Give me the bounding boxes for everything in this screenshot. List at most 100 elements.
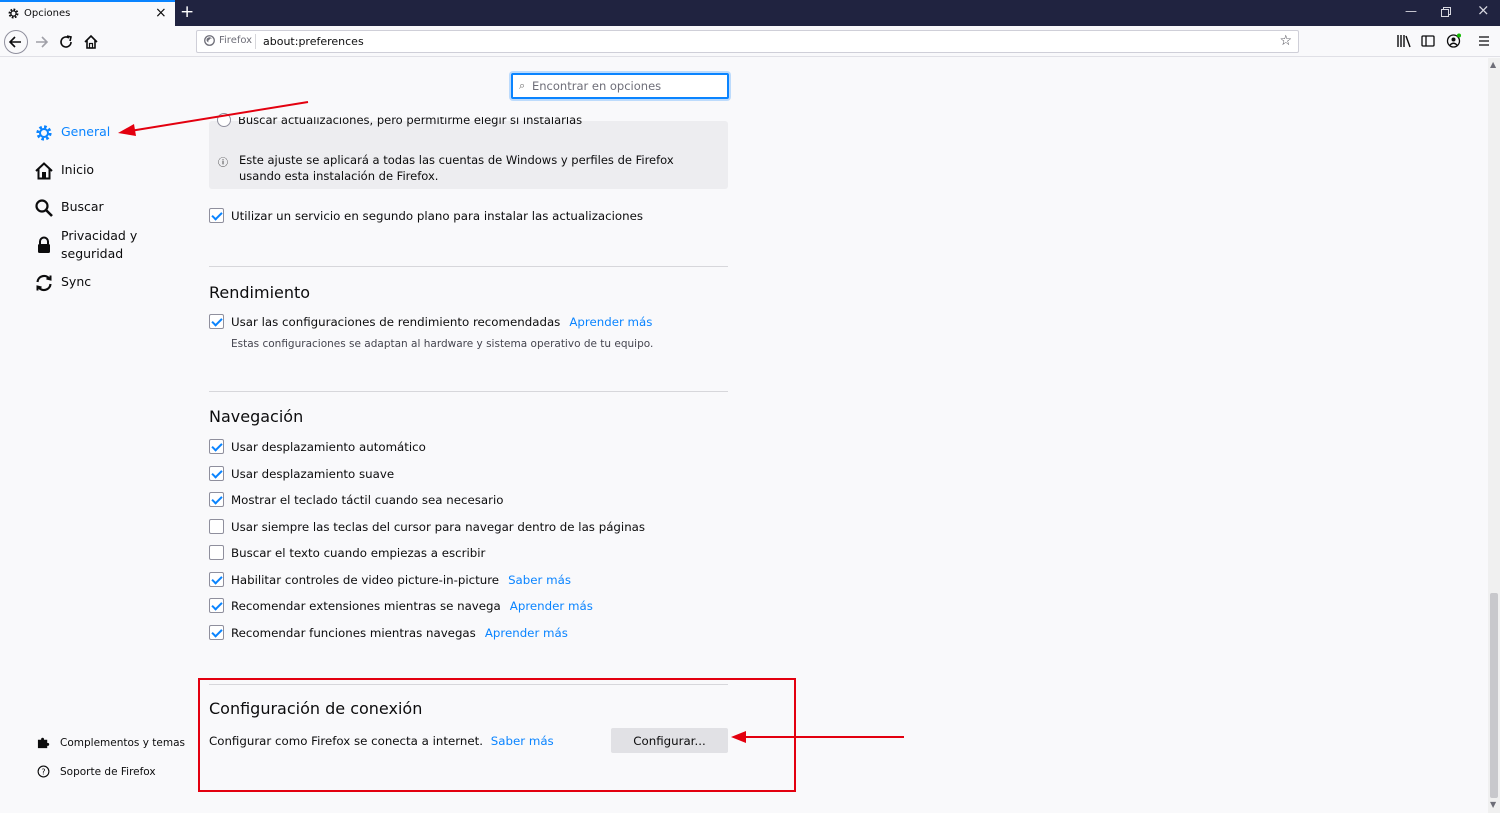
url-bar[interactable]: Firefox about:preferences ☆ (196, 30, 1299, 53)
scroll-down-icon[interactable]: ▼ (1490, 800, 1496, 809)
performance-recommended-label: Usar las configuraciones de rendimiento … (231, 314, 561, 329)
nav-picture-in-picture-label: Habilitar controles de video picture-in-… (231, 572, 500, 587)
performance-section-title: Rendimiento (209, 283, 311, 302)
url-separator (255, 34, 256, 49)
nav-find-as-you-type-label: Buscar el texto cuando empiezas a escrib… (231, 545, 486, 560)
svg-text:?: ? (41, 767, 45, 776)
scrollbar[interactable]: ▲ ▼ (1488, 58, 1500, 813)
identity-label: Firefox (219, 35, 253, 46)
restore-icon[interactable] (1441, 7, 1451, 17)
nav-touch-keyboard-checkbox[interactable] (209, 492, 224, 507)
sidebar-item-privacidad[interactable]: Privacidad y seguridad (34, 227, 137, 263)
nav-autoscroll-row[interactable]: Usar desplazamiento automático (209, 439, 426, 454)
library-icon[interactable] (1396, 34, 1412, 48)
background-service-label: Utilizar un servicio en segundo plano pa… (231, 208, 643, 223)
addons-themes-link[interactable]: Complementos y temas (37, 736, 185, 749)
minimize-icon[interactable]: — (1405, 4, 1417, 18)
sidebar-item-label: Inicio (61, 162, 95, 177)
extensions-learn-more-link[interactable]: Aprender más (510, 599, 593, 613)
url-text[interactable]: about:preferences (263, 35, 364, 48)
puzzle-icon (37, 737, 50, 749)
nav-smooth-scroll-row[interactable]: Usar desplazamiento suave (209, 466, 394, 481)
pip-learn-more-link[interactable]: Saber más (508, 573, 571, 587)
sidebar-item-sync[interactable]: Sync (34, 273, 91, 293)
nav-caret-browsing-checkbox[interactable] (209, 519, 224, 534)
features-learn-more-link[interactable]: Aprender más (485, 626, 568, 640)
firefox-support-link[interactable]: ? Soporte de Firefox (37, 765, 156, 778)
menu-icon[interactable] (1478, 35, 1490, 47)
gear-icon (36, 125, 52, 141)
nav-smooth-scroll-checkbox[interactable] (209, 466, 224, 481)
nav-recommend-extensions-checkbox[interactable] (209, 598, 224, 613)
performance-recommended-checkbox[interactable] (209, 314, 224, 329)
performance-recommended-row[interactable]: Usar las configuraciones de rendimiento … (209, 314, 652, 329)
sidebar-item-label: Privacidad y seguridad (61, 227, 137, 263)
divider (209, 266, 728, 267)
nav-recommend-features-row[interactable]: Recomendar funciones mientras navegas Ap… (209, 625, 568, 640)
identity-box[interactable]: Firefox (204, 35, 252, 46)
nav-picture-in-picture-row[interactable]: Habilitar controles de video picture-in-… (209, 572, 571, 587)
search-icon (35, 199, 53, 217)
reload-icon[interactable] (56, 32, 76, 52)
sidebar-item-buscar[interactable]: Buscar (34, 198, 104, 218)
nav-autoscroll-checkbox[interactable] (209, 439, 224, 454)
search-input[interactable] (532, 77, 722, 95)
sidebar-item-label-line2: seguridad (61, 246, 124, 261)
sync-icon (36, 274, 52, 292)
performance-description: Estas configuraciones se adaptan al hard… (231, 338, 654, 350)
nav-caret-browsing-row[interactable]: Usar siempre las teclas del cursor para … (209, 519, 645, 534)
nav-smooth-scroll-label: Usar desplazamiento suave (231, 466, 395, 481)
nav-toolbar: Firefox about:preferences ☆ (0, 26, 1500, 57)
sidebar-item-label: Buscar (61, 199, 104, 214)
sidebar-item-inicio[interactable]: Inicio (34, 161, 94, 181)
addons-themes-label: Complementos y temas (60, 736, 185, 749)
forward-icon[interactable] (31, 32, 51, 52)
update-options-panel: Buscar actualizaciones, pero permitirme … (209, 113, 728, 189)
nav-caret-browsing-label: Usar siempre las teclas del cursor para … (231, 519, 646, 534)
nav-touch-keyboard-row[interactable]: Mostrar el teclado táctil cuando sea nec… (209, 492, 503, 507)
update-check-only-radio[interactable] (217, 113, 231, 127)
nav-recommend-extensions-row[interactable]: Recomendar extensiones mientras se naveg… (209, 598, 593, 613)
lock-icon (38, 236, 50, 253)
tab-title: Opciones (24, 8, 71, 19)
back-arrow-icon (8, 36, 21, 48)
info-icon: ⓘ (218, 158, 228, 169)
help-icon: ? (37, 765, 50, 778)
nav-recommend-features-label: Recomendar funciones mientras navegas (231, 625, 476, 640)
sidebar-item-label: Sync (61, 274, 92, 289)
nav-find-as-you-type-checkbox[interactable] (209, 545, 224, 560)
home-icon (35, 162, 53, 180)
sidebar-icon[interactable] (1421, 34, 1435, 48)
firefox-support-label: Soporte de Firefox (60, 765, 156, 778)
divider (209, 391, 728, 392)
home-button-icon[interactable] (81, 32, 101, 52)
nav-recommend-features-checkbox[interactable] (209, 625, 224, 640)
scroll-thumb[interactable] (1490, 593, 1498, 798)
tab-options[interactable]: Opciones × (0, 0, 175, 26)
background-service-checkbox-row[interactable]: Utilizar un servicio en segundo plano pa… (209, 208, 643, 223)
sidebar-item-label-line1: Privacidad y (61, 228, 138, 243)
sidebar-item-general[interactable]: General (34, 123, 110, 143)
bookmark-star-icon[interactable]: ☆ (1279, 33, 1292, 49)
tab-strip: Opciones × + — × (0, 0, 1500, 26)
annotation-highlight-box (198, 678, 796, 792)
gear-icon (8, 8, 19, 19)
account-icon[interactable] (1446, 33, 1462, 49)
window-close-icon[interactable]: × (1477, 3, 1490, 18)
scroll-up-icon[interactable]: ▲ (1490, 60, 1496, 69)
firefox-icon (204, 35, 215, 46)
nav-autoscroll-label: Usar desplazamiento automático (231, 439, 426, 454)
navigation-section-title: Navegación (209, 407, 304, 426)
nav-touch-keyboard-label: Mostrar el teclado táctil cuando sea nec… (231, 492, 504, 507)
new-tab-button[interactable]: + (180, 3, 194, 21)
nav-find-as-you-type-row[interactable]: Buscar el texto cuando empiezas a escrib… (209, 545, 485, 560)
nav-recommend-extensions-label: Recomendar extensiones mientras se naveg… (231, 598, 501, 613)
search-icon: ⌕ (519, 79, 526, 92)
search-options-box[interactable]: ⌕ (511, 73, 729, 99)
nav-picture-in-picture-checkbox[interactable] (209, 572, 224, 587)
background-service-checkbox[interactable] (209, 208, 224, 223)
performance-learn-more-link[interactable]: Aprender más (569, 315, 652, 329)
sidebar-item-label: General (61, 124, 111, 139)
close-icon[interactable]: × (155, 6, 167, 20)
update-info-text: Este ajuste se aplicará a todas las cuen… (239, 153, 674, 183)
